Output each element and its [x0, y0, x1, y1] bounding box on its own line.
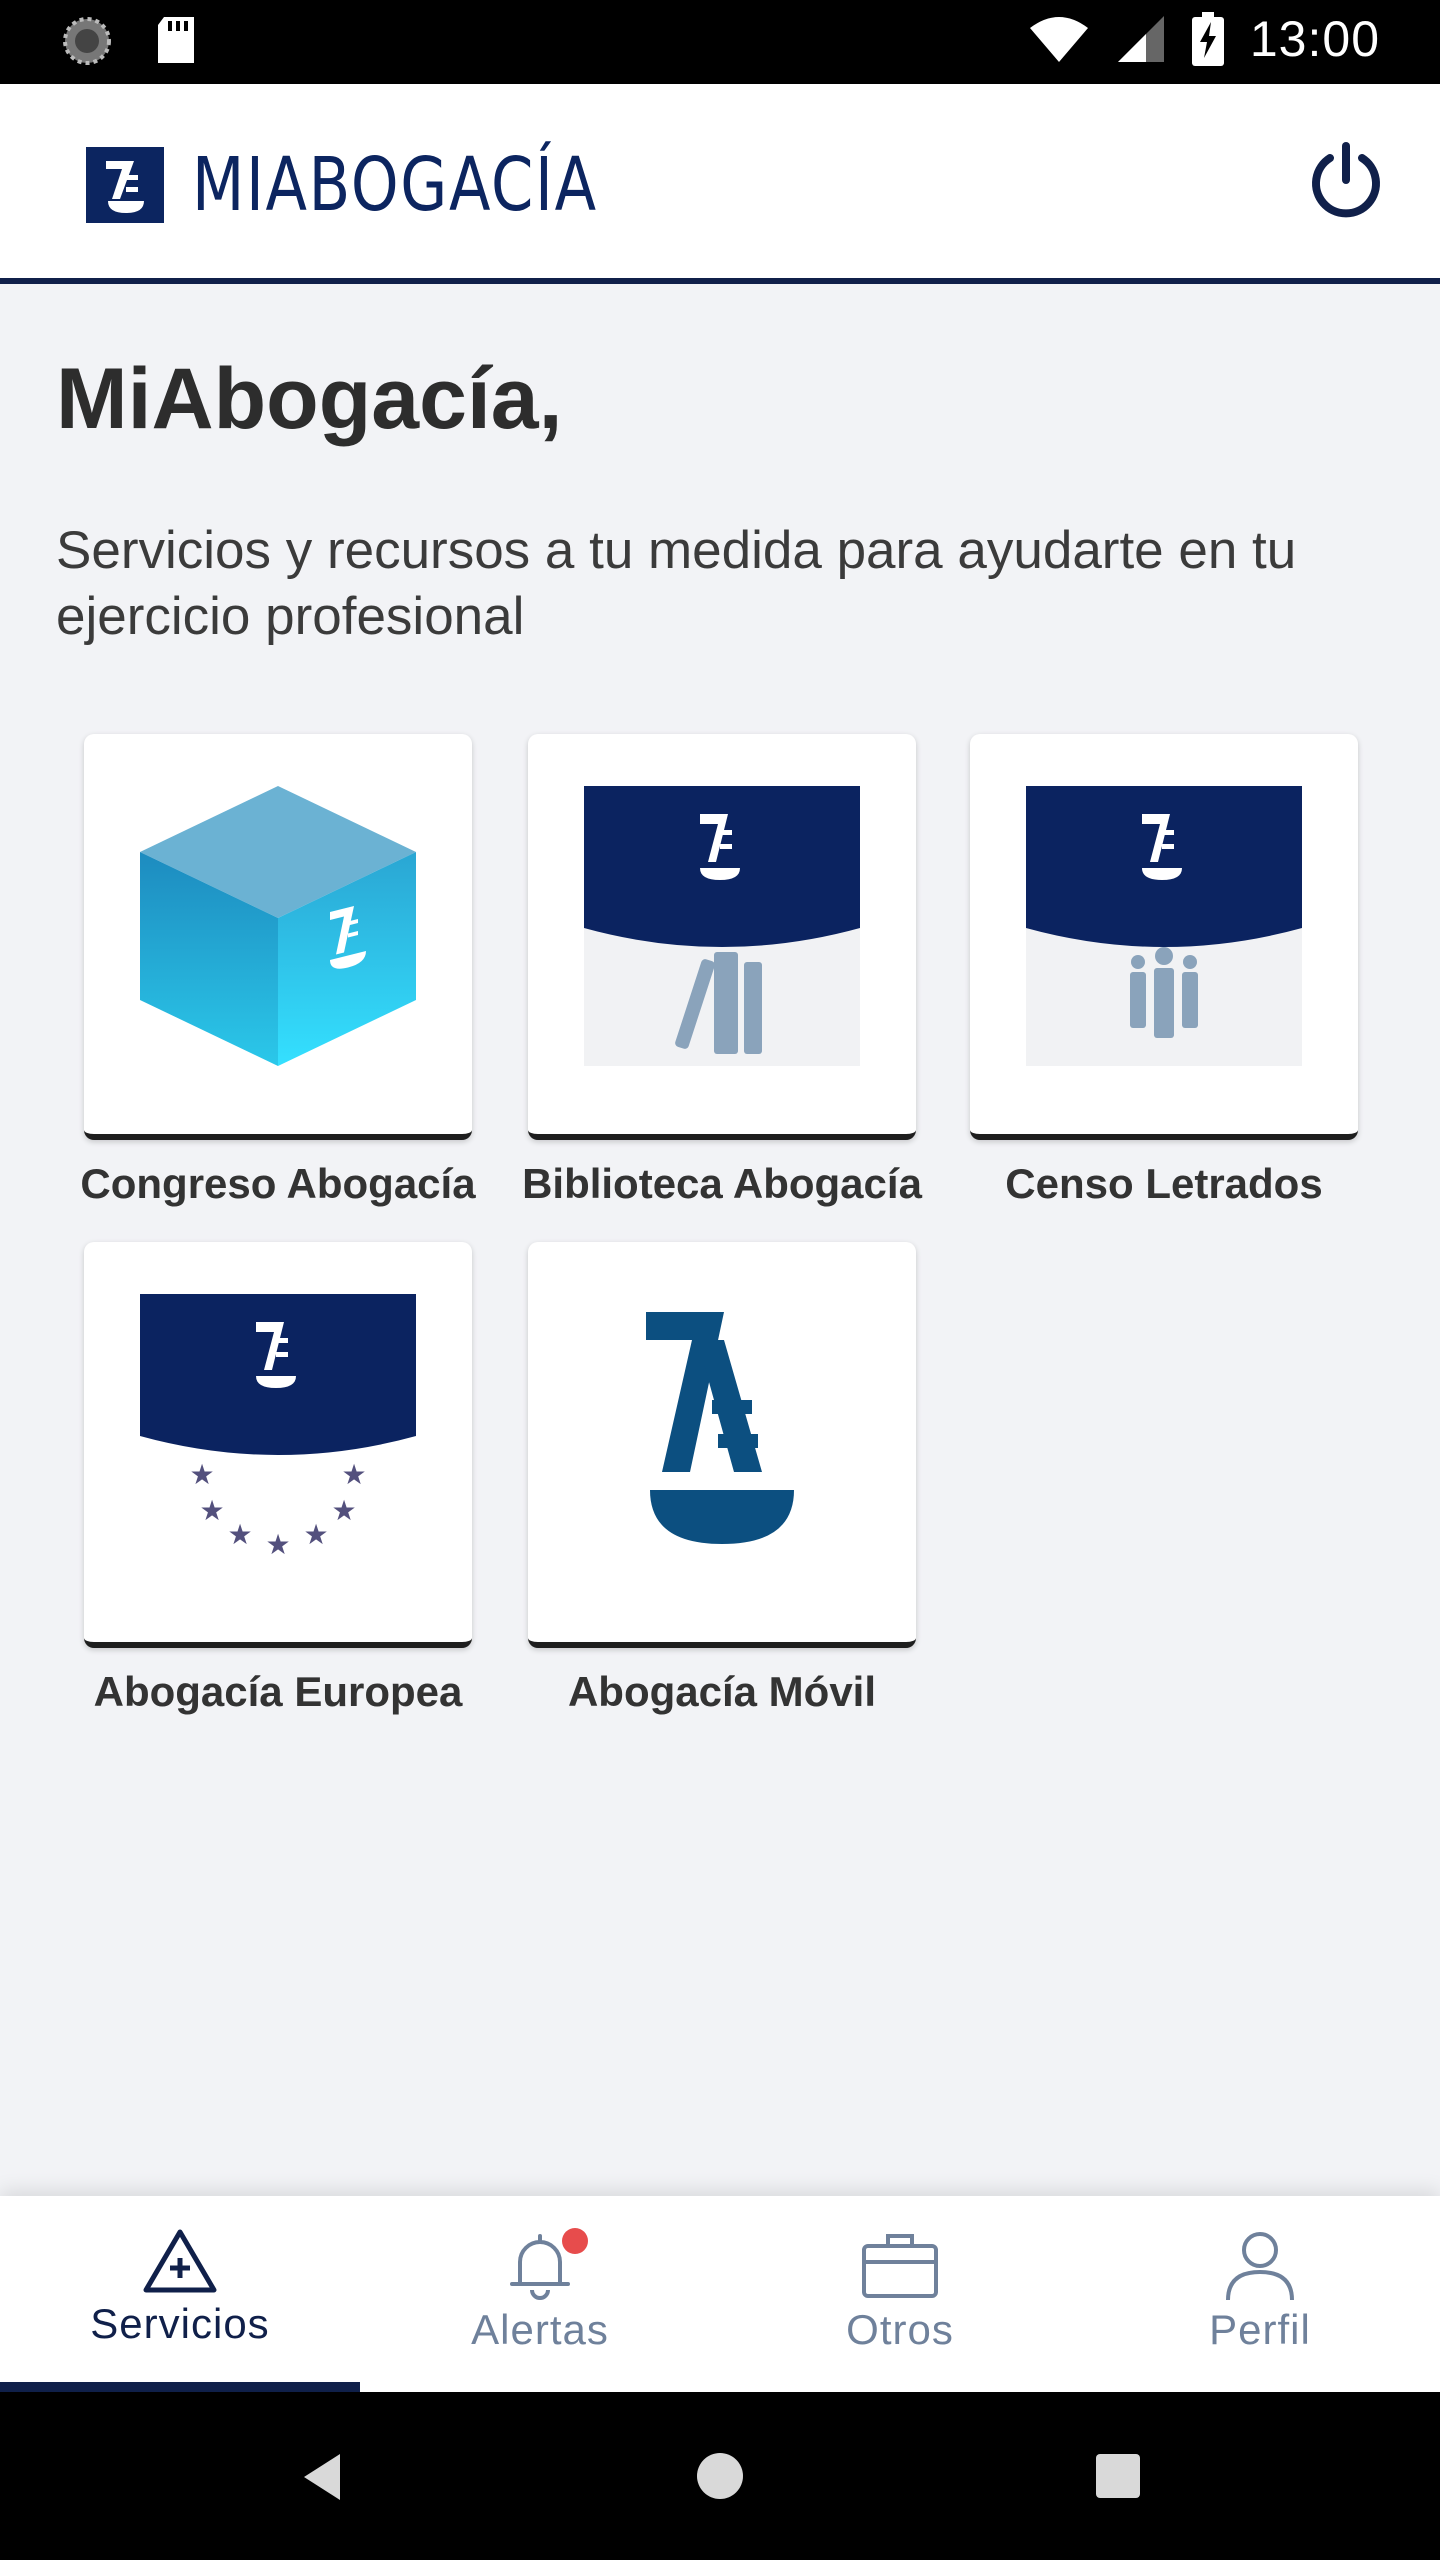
- logout-button[interactable]: [1304, 138, 1388, 222]
- svg-text:★: ★: [189, 1458, 214, 1491]
- service-label[interactable]: Abogacía Móvil: [492, 1668, 952, 1716]
- service-label[interactable]: Congreso Abogacía: [48, 1160, 508, 1208]
- notification-badge: [562, 2228, 588, 2254]
- back-icon[interactable]: [300, 2452, 344, 2502]
- active-tab-indicator: [0, 2382, 360, 2392]
- eu-stars-icon: ★ ★ ★ ★ ★ ★ ★: [140, 1294, 416, 1561]
- logo-mark-icon: [86, 147, 164, 223]
- svg-text:★: ★: [303, 1518, 328, 1551]
- briefcase-icon: [862, 2234, 938, 2298]
- bottom-navigation: Servicios Alertas Otros Perfil: [0, 2196, 1440, 2392]
- books-icon: [584, 786, 860, 1066]
- nav-label: Perfil: [1209, 2306, 1311, 2353]
- logo-text: MIABOGACÍA: [192, 142, 598, 228]
- service-tile-europea[interactable]: ★ ★ ★ ★ ★ ★ ★: [84, 1242, 472, 1648]
- battery-charging-icon: [1191, 12, 1224, 66]
- user-icon: [1226, 2232, 1294, 2301]
- people-icon: [1026, 786, 1302, 1066]
- service-tile-movil[interactable]: [528, 1242, 916, 1648]
- service-label[interactable]: Abogacía Europea: [48, 1668, 508, 1716]
- service-tile-censo[interactable]: [970, 734, 1358, 1140]
- clock: 13:00: [1249, 11, 1380, 67]
- app-header: MIABOGACÍA: [0, 84, 1440, 284]
- loading-icon: [63, 17, 111, 65]
- app-logo: MIABOGACÍA: [86, 142, 687, 228]
- services-icon: [143, 2229, 217, 2293]
- nav-tab-perfil[interactable]: Perfil: [1080, 2196, 1440, 2392]
- service-tile-biblioteca[interactable]: [528, 734, 916, 1140]
- abogacia-logo-icon: [646, 1312, 794, 1544]
- home-icon[interactable]: [696, 2452, 744, 2500]
- service-label[interactable]: Censo Letrados: [934, 1160, 1394, 1208]
- nav-tab-servicios[interactable]: Servicios: [0, 2196, 360, 2392]
- svg-text:★: ★: [227, 1518, 252, 1551]
- wifi-icon: [1029, 17, 1088, 62]
- nav-label: Alertas: [471, 2306, 609, 2353]
- nav-tab-otros[interactable]: Otros: [720, 2196, 1080, 2392]
- service-tile-congreso[interactable]: [84, 734, 472, 1140]
- cube-icon: [140, 786, 416, 1066]
- svg-text:★: ★: [199, 1494, 224, 1527]
- power-icon: [1312, 142, 1380, 218]
- nav-label: Otros: [846, 2306, 954, 2353]
- svg-text:★: ★: [265, 1528, 290, 1561]
- nav-tab-alertas[interactable]: Alertas: [360, 2196, 720, 2392]
- nav-label: Servicios: [90, 2300, 270, 2347]
- svg-text:★: ★: [331, 1494, 356, 1527]
- sd-card-icon: [158, 17, 194, 63]
- page-subtitle: Servicios y recursos a tu medida para ay…: [56, 521, 1297, 646]
- service-label[interactable]: Biblioteca Abogacía: [492, 1160, 952, 1208]
- svg-text:★: ★: [341, 1458, 366, 1491]
- status-bar: 13:00: [0, 0, 1440, 84]
- page-title: MiAbogacía,: [56, 351, 563, 447]
- signal-icon: [1117, 16, 1164, 62]
- recents-icon[interactable]: [1096, 2454, 1140, 2498]
- system-navigation-bar: [0, 2392, 1440, 2560]
